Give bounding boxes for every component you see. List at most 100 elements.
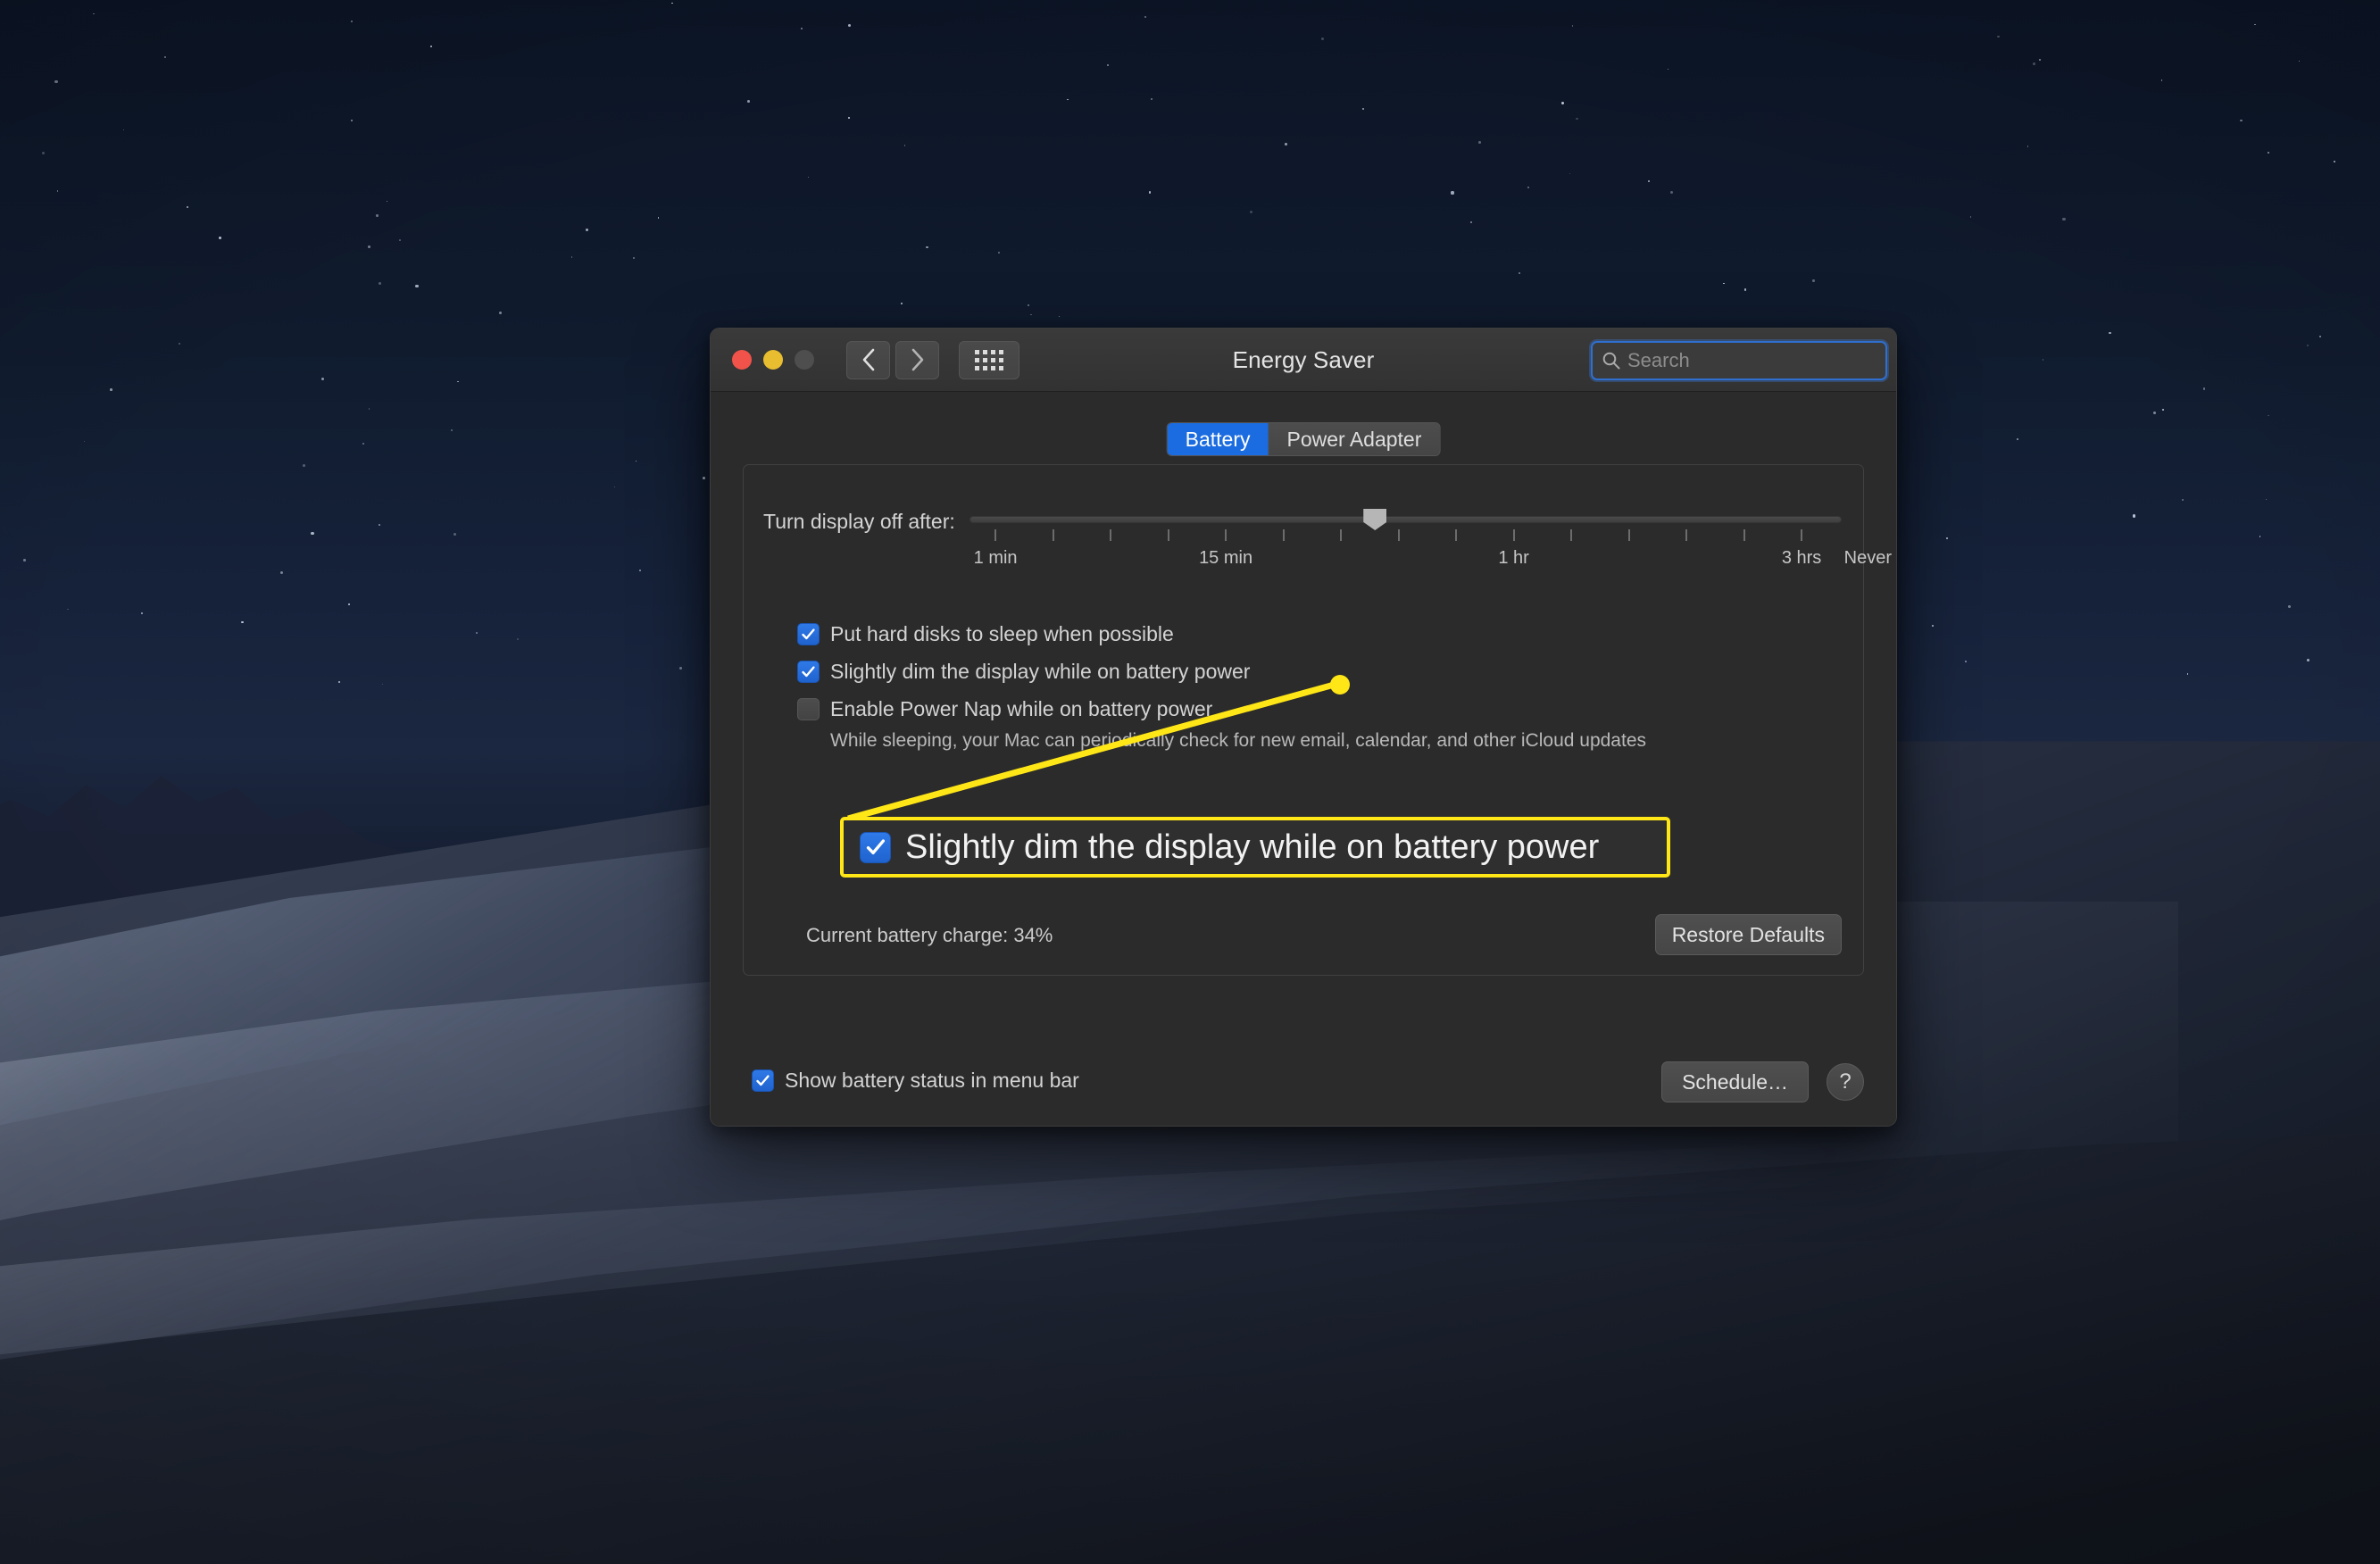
star xyxy=(1030,313,1033,316)
slider-tick xyxy=(1627,529,1630,541)
tab-power-adapter[interactable]: Power Adapter xyxy=(1268,423,1440,455)
star xyxy=(219,236,222,239)
show-all-grid-icon xyxy=(975,349,1003,370)
star xyxy=(1527,186,1530,189)
star xyxy=(2254,23,2256,26)
slider-tick xyxy=(1455,529,1458,541)
search-field[interactable] xyxy=(1591,341,1887,380)
star xyxy=(848,23,852,28)
forward-button[interactable] xyxy=(895,340,939,379)
checkbox-dim-display[interactable] xyxy=(797,660,820,683)
star xyxy=(1576,117,1578,121)
option-row-menu-bar-status[interactable]: Show battery status in menu bar xyxy=(752,1069,1079,1093)
window-footer: Show battery status in menu bar Schedule… xyxy=(743,1061,1864,1108)
star xyxy=(2268,152,2270,154)
search-icon xyxy=(1602,352,1620,370)
power-nap-description: While sleeping, your Mac can periodicall… xyxy=(830,730,1646,751)
checkbox-hard-disks[interactable] xyxy=(797,622,820,645)
star xyxy=(163,56,166,59)
show-all-button[interactable] xyxy=(959,340,1019,379)
star xyxy=(747,99,750,103)
star xyxy=(807,176,810,179)
display-sleep-slider[interactable]: 1 min 15 min 1 hr 3 hrs Never xyxy=(969,503,1892,573)
star xyxy=(517,637,520,640)
star xyxy=(187,206,189,209)
star xyxy=(93,12,96,15)
star xyxy=(1932,625,1934,627)
star xyxy=(311,531,314,536)
star xyxy=(1996,35,2000,38)
navigation-buttons xyxy=(846,340,939,379)
option-row-dim-display[interactable]: Slightly dim the display while on batter… xyxy=(797,653,1646,690)
help-button[interactable]: ? xyxy=(1827,1063,1864,1101)
star xyxy=(2202,387,2205,390)
star xyxy=(1667,68,1669,71)
star xyxy=(179,343,181,345)
slider-tick xyxy=(994,529,997,541)
schedule-button[interactable]: Schedule… xyxy=(1661,1061,1809,1102)
star xyxy=(368,245,371,248)
star xyxy=(415,285,419,288)
star xyxy=(379,281,382,285)
star xyxy=(1571,25,1574,28)
slider-tick-label: 3 hrs xyxy=(1781,548,1822,568)
star xyxy=(347,603,350,605)
star xyxy=(2153,412,2156,414)
star xyxy=(429,46,432,47)
star xyxy=(2132,514,2135,518)
slider-tick xyxy=(1685,529,1688,541)
restore-defaults-button[interactable]: Restore Defaults xyxy=(1654,914,1842,955)
star xyxy=(2307,344,2309,346)
star xyxy=(635,461,637,462)
star xyxy=(1144,15,1146,19)
star xyxy=(1451,191,1454,195)
star xyxy=(141,612,144,615)
option-row-power-nap[interactable]: Enable Power Nap while on battery power xyxy=(797,690,1646,728)
checkbox-menu-bar-status[interactable] xyxy=(752,1069,774,1092)
dune-foreground xyxy=(0,1125,2380,1564)
star xyxy=(362,442,365,445)
star xyxy=(632,257,635,260)
star xyxy=(1945,537,1948,539)
star xyxy=(2017,438,2019,440)
star xyxy=(926,245,928,249)
star xyxy=(1320,37,1325,41)
slider-ticks xyxy=(969,529,1842,544)
star xyxy=(476,631,478,634)
back-button[interactable] xyxy=(846,340,890,379)
star xyxy=(585,229,589,232)
tab-battery[interactable]: Battery xyxy=(1167,423,1269,455)
star xyxy=(2265,498,2268,501)
slider-thumb[interactable] xyxy=(1363,509,1387,530)
slider-tick xyxy=(1512,529,1515,541)
close-button-icon[interactable] xyxy=(732,350,752,370)
slider-tick-label: 15 min xyxy=(1199,548,1253,568)
energy-saver-window: Energy Saver Battery Power Adapter Turn … xyxy=(710,328,1897,1127)
desktop: Energy Saver Battery Power Adapter Turn … xyxy=(0,0,2380,1564)
star xyxy=(450,428,454,432)
option-row-hard-disks[interactable]: Put hard disks to sleep when possible xyxy=(797,615,1646,653)
search-input[interactable] xyxy=(1627,349,1885,372)
star xyxy=(337,680,340,683)
star xyxy=(2182,499,2184,501)
star xyxy=(23,559,26,562)
star xyxy=(1965,661,1968,663)
star xyxy=(110,388,112,391)
star xyxy=(2038,59,2042,62)
star xyxy=(1743,288,1747,292)
star xyxy=(2240,119,2243,121)
slider-track[interactable] xyxy=(969,509,1842,530)
checkmark-icon xyxy=(802,665,815,677)
star xyxy=(1569,172,1571,175)
star xyxy=(1470,220,1473,223)
star xyxy=(375,214,379,218)
star xyxy=(368,408,370,411)
checkmark-icon xyxy=(756,1075,770,1086)
minimize-button-icon[interactable] xyxy=(763,350,783,370)
slider-tick xyxy=(1340,529,1343,541)
star xyxy=(378,524,380,527)
star xyxy=(241,620,244,624)
checkbox-power-nap[interactable] xyxy=(797,697,820,720)
display-sleep-label: Turn display off after: xyxy=(763,510,955,533)
slider-tick xyxy=(1282,529,1285,541)
